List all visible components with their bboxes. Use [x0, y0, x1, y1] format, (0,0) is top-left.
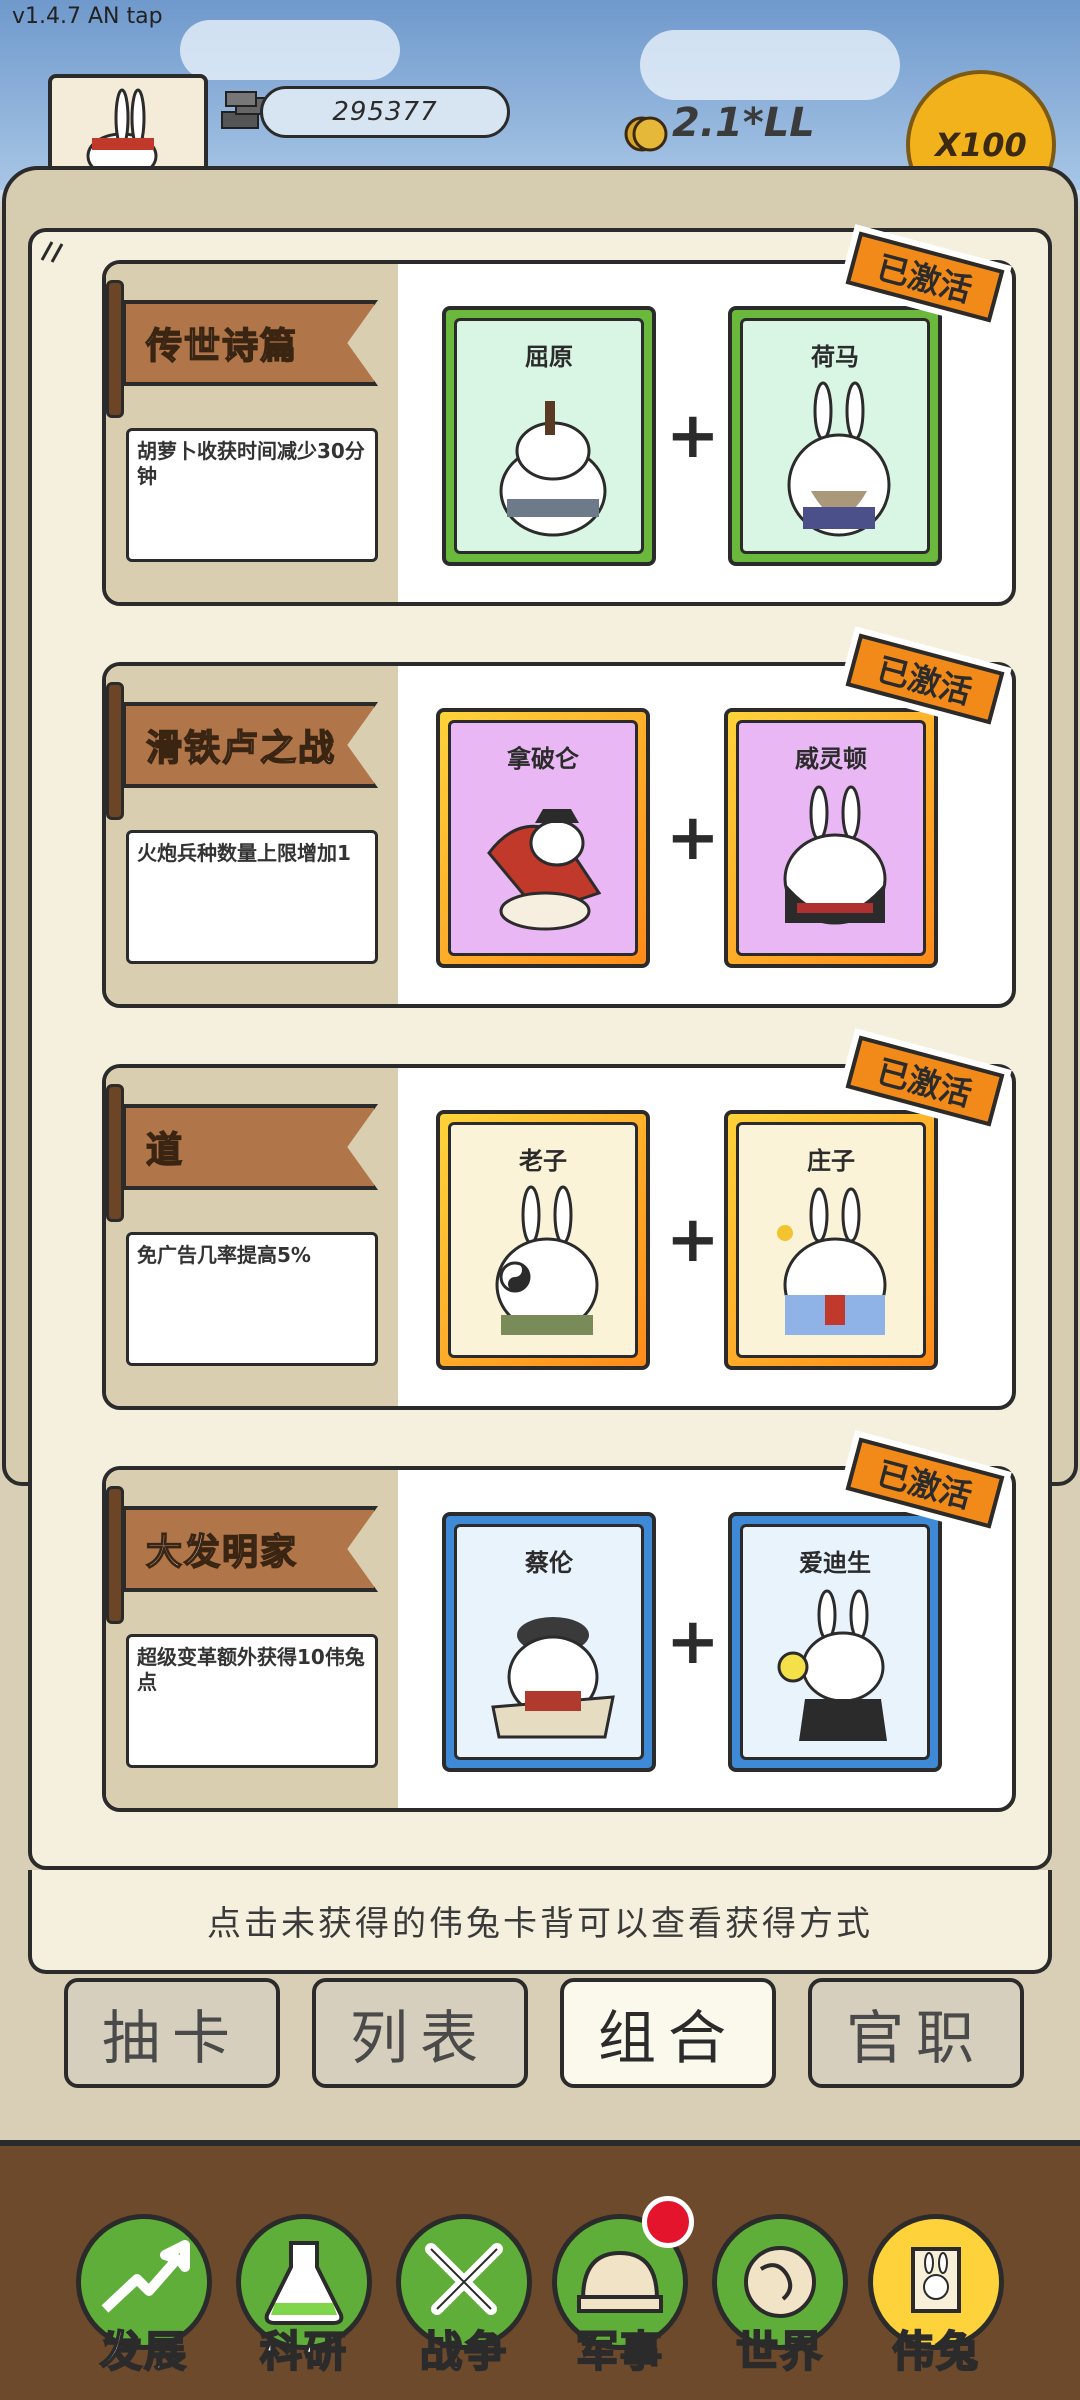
banner-pole — [106, 1486, 124, 1624]
dock-war[interactable]: 战争 — [396, 2214, 532, 2394]
tab-official-rank[interactable]: 官职 — [808, 1978, 1024, 2088]
dock-war-label: 战争 — [419, 2326, 508, 2377]
combo-description: 火炮兵种数量上限增加1 — [126, 830, 378, 964]
hero-name: 屈原 — [525, 343, 573, 371]
hero-card[interactable]: 爱迪生 — [728, 1512, 942, 1772]
hero-rabbit-icon — [783, 785, 887, 925]
hero-card[interactable]: 拿破仑 — [436, 708, 650, 968]
coin-counter: 2.1*LL — [672, 100, 815, 146]
plus-icon: + — [666, 399, 720, 473]
combo-card[interactable]: 滑铁卢之战 火炮兵种数量上限增加1 拿破仑 + 威灵顿 — [102, 662, 1016, 1008]
hero-rabbit-icon — [487, 809, 602, 931]
banner-pole — [106, 682, 124, 820]
coin-icon — [624, 116, 668, 152]
combo-title: 传世诗篇 — [122, 300, 378, 386]
dock-develop-label: 发展 — [99, 2326, 188, 2377]
hero-name: 荷马 — [811, 343, 859, 371]
combo-title: 大发明家 — [122, 1506, 378, 1592]
cloud — [640, 30, 900, 100]
notification-dot — [642, 2196, 694, 2248]
dock-military-label: 军事 — [575, 2326, 664, 2377]
multiplier-label: X100 — [935, 126, 1027, 164]
hero-name: 庄子 — [807, 1147, 855, 1175]
hero-name: 爱迪生 — [799, 1549, 871, 1577]
corner-decoration — [40, 241, 64, 263]
hero-name: 威灵顿 — [795, 745, 867, 773]
bottom-dock: 发展 科研 战争 军事 世界 伟兔 — [0, 2140, 1080, 2400]
hero-rabbit-icon — [787, 381, 891, 537]
plus-icon: + — [666, 1203, 720, 1277]
combo-card[interactable]: 大发明家 超级变革额外获得10伟兔点 蔡伦 + 爱迪生 — [102, 1466, 1016, 1812]
plus-icon: + — [666, 1605, 720, 1679]
dock-rabbit[interactable]: 伟兔 — [868, 2214, 1004, 2394]
ingot-value: 295377 — [332, 97, 438, 127]
hero-name: 蔡伦 — [525, 1549, 573, 1577]
dock-world-label: 世界 — [735, 2326, 824, 2377]
ingot-counter: 295377 — [260, 86, 510, 138]
combo-title: 滑铁卢之战 — [122, 702, 378, 788]
banner-pole — [106, 280, 124, 418]
hero-card[interactable]: 威灵顿 — [724, 708, 938, 968]
tab-bar: 抽卡 列表 组合 官职 — [64, 1978, 1024, 2090]
hero-card[interactable]: 蔡伦 — [442, 1512, 656, 1772]
plus-icon: + — [666, 801, 720, 875]
hero-name: 老子 — [519, 1147, 567, 1175]
combo-description: 超级变革额外获得10伟兔点 — [126, 1634, 378, 1768]
hero-rabbit-icon — [777, 1187, 887, 1335]
banner-pole — [106, 1084, 124, 1222]
hero-card[interactable]: 庄子 — [724, 1110, 938, 1370]
tab-combo[interactable]: 组合 — [560, 1978, 776, 2088]
combo-card[interactable]: 传世诗篇 胡萝卜收获时间减少30分钟 屈原 + 荷马 — [102, 260, 1016, 606]
hero-card[interactable]: 屈原 — [442, 306, 656, 566]
hero-rabbit-icon — [499, 401, 607, 537]
hint-text: 点击未获得的伟兔卡背可以查看获得方式 — [207, 1903, 873, 1944]
hero-card[interactable]: 荷马 — [728, 306, 942, 566]
combo-title: 道 — [122, 1104, 378, 1190]
dock-research-label: 科研 — [259, 2326, 348, 2377]
dock-research[interactable]: 科研 — [236, 2214, 372, 2394]
hero-name: 拿破仑 — [507, 745, 579, 773]
tab-draw-card[interactable]: 抽卡 — [64, 1978, 280, 2088]
combo-card[interactable]: 道 免广告几率提高5% 老子 + 庄子 — [102, 1064, 1016, 1410]
hero-rabbit-icon — [777, 1589, 887, 1741]
tab-list[interactable]: 列表 — [312, 1978, 528, 2088]
cloud — [180, 20, 400, 80]
hint-bar: 点击未获得的伟兔卡背可以查看获得方式 — [28, 1870, 1052, 1974]
player-avatar[interactable] — [48, 74, 208, 180]
dock-rabbit-label: 伟兔 — [891, 2326, 980, 2377]
hero-card[interactable]: 老子 — [436, 1110, 650, 1370]
dock-develop[interactable]: 发展 — [76, 2214, 212, 2394]
version-label: v1.4.7 AN tap — [12, 4, 163, 29]
hero-rabbit-icon — [491, 1617, 615, 1739]
combo-description: 免广告几率提高5% — [126, 1232, 378, 1366]
hero-rabbit-icon — [495, 1185, 599, 1335]
combo-description: 胡萝卜收获时间减少30分钟 — [126, 428, 378, 562]
dock-world[interactable]: 世界 — [712, 2214, 848, 2394]
